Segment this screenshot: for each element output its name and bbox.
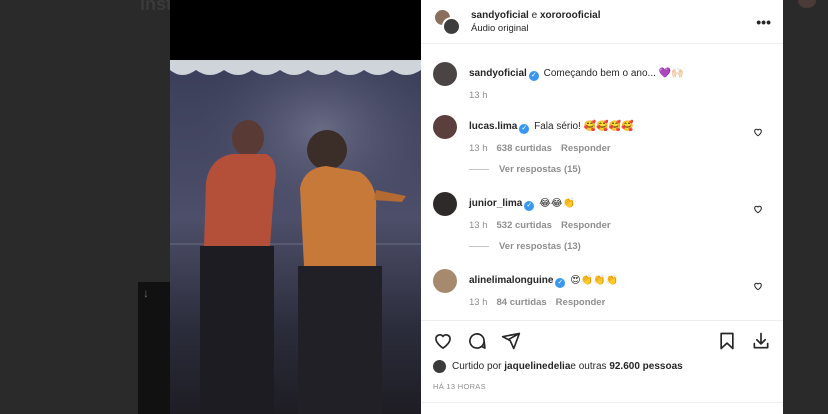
- post-detail-panel: sandyoficial e xororooficial Áudio origi…: [421, 0, 783, 414]
- comments-list: sandyoficial ✓ Começando bem o ano... 💜🙌🏻…: [421, 45, 783, 317]
- comment-time[interactable]: 13 h: [469, 90, 488, 101]
- verified-icon: ✓: [519, 124, 530, 134]
- comment-icon[interactable]: [467, 331, 487, 351]
- view-replies-button[interactable]: Ver respostas (15): [469, 164, 581, 175]
- reply-button[interactable]: Responder: [561, 220, 611, 231]
- likes-suffix: e outras: [570, 361, 607, 372]
- avatar: [798, 0, 816, 8]
- avatar: [442, 16, 461, 36]
- comment-text: 😍👏👏👏: [570, 275, 619, 286]
- author-names: sandyoficial e xororooficial: [471, 9, 756, 22]
- comment-username[interactable]: lucas.lima: [469, 121, 517, 132]
- share-icon[interactable]: [501, 331, 521, 351]
- comment-time[interactable]: 13 h: [469, 220, 488, 231]
- reply-button[interactable]: Responder: [556, 297, 606, 308]
- post-header: sandyoficial e xororooficial Áudio origi…: [421, 0, 783, 44]
- verified-icon: ✓: [524, 201, 535, 211]
- reply-button[interactable]: Responder: [561, 143, 611, 154]
- comment-username[interactable]: sandyoficial: [469, 68, 527, 79]
- like-comment-icon[interactable]: [753, 201, 763, 219]
- verified-icon: ✓: [555, 278, 566, 288]
- more-options-icon[interactable]: •••: [756, 14, 771, 30]
- like-comment-icon[interactable]: [753, 278, 763, 296]
- like-icon[interactable]: [433, 331, 453, 351]
- comment-time[interactable]: 13 h: [469, 143, 488, 154]
- avatar[interactable]: [433, 115, 457, 139]
- liker-link[interactable]: jaquelinedelia: [504, 361, 570, 372]
- comment-text: 😂😂👏: [539, 198, 575, 209]
- comment-item: alinelimalonguine ✓ 😍👏👏👏 13 h 84 curtidas R…: [433, 269, 771, 308]
- audio-link[interactable]: Áudio original: [471, 22, 756, 35]
- arrow-down-icon: ↓: [143, 286, 149, 300]
- likes-count-link[interactable]: 92.600 pessoas: [609, 361, 682, 372]
- post-modal: sandyoficial e xororooficial Áudio origi…: [170, 0, 783, 414]
- divider: [421, 402, 783, 403]
- likes-prefix: Curtido por: [452, 361, 502, 372]
- comment-text: Fala sério! 🥰🥰🥰🥰: [534, 121, 634, 132]
- comment-likes[interactable]: 638 curtidas: [497, 143, 552, 154]
- post-photo: [170, 60, 421, 414]
- download-icon[interactable]: [751, 331, 771, 351]
- comment-likes[interactable]: 84 curtidas: [497, 297, 547, 308]
- collab-avatars[interactable]: [433, 7, 461, 36]
- view-replies-label: Ver respostas (15): [499, 164, 581, 175]
- instagram-logo: Inst: [140, 0, 173, 14]
- divider: [469, 246, 489, 247]
- action-bar: [421, 320, 783, 360]
- author-connector: e: [528, 9, 540, 21]
- comment-username[interactable]: junior_lima: [469, 198, 522, 209]
- comment-username[interactable]: alinelimalonguine: [469, 275, 553, 286]
- avatar[interactable]: [433, 269, 457, 293]
- caption: sandyoficial ✓ Começando bem o ano... 💜🙌🏻…: [433, 62, 771, 101]
- verified-icon: ✓: [528, 71, 539, 81]
- caption-text: Começando bem o ano... 💜🙌🏻: [543, 68, 684, 79]
- comment-likes[interactable]: 532 curtidas: [497, 220, 552, 231]
- view-replies-label: Ver respostas (13): [499, 241, 581, 252]
- comment-item: junior_lima ✓ 😂😂👏 13 h 532 curtidas Respond…: [433, 192, 771, 231]
- header-text: sandyoficial e xororooficial Áudio origi…: [471, 9, 756, 35]
- comment-item: lucas.lima ✓ Fala sério! 🥰🥰🥰🥰 13 h 638 cur…: [433, 115, 771, 154]
- post-time[interactable]: HÁ 13 HORAS: [433, 382, 486, 391]
- comment-time[interactable]: 13 h: [469, 297, 488, 308]
- likes-summary: Curtido por jaquelinedelia e outras 92.6…: [433, 360, 683, 373]
- author-link[interactable]: xororooficial: [540, 10, 601, 21]
- bookmark-icon[interactable]: [717, 331, 737, 351]
- background-post: [138, 282, 172, 414]
- avatar[interactable]: [433, 192, 457, 216]
- avatar[interactable]: [433, 62, 457, 86]
- post-media[interactable]: [170, 0, 421, 414]
- divider: [469, 169, 489, 170]
- author-link[interactable]: sandyoficial: [471, 10, 529, 21]
- like-comment-icon[interactable]: [753, 124, 763, 142]
- view-replies-button[interactable]: Ver respostas (13): [469, 241, 581, 252]
- avatar: [433, 360, 446, 373]
